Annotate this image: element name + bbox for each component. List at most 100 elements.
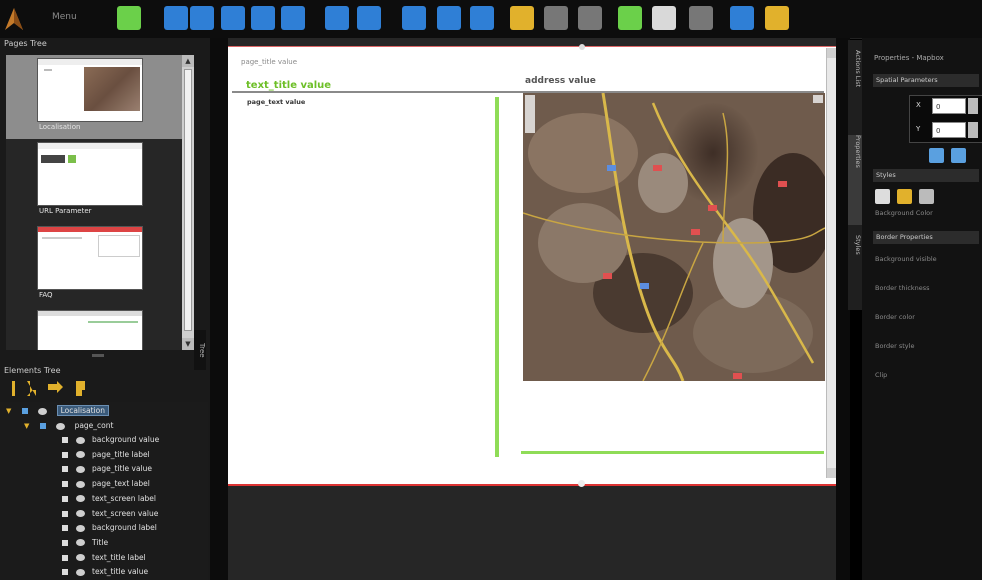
tab-styles[interactable]: Styles [848, 235, 862, 255]
tree-item[interactable]: text_title label [62, 551, 146, 564]
visibility-icon[interactable] [76, 465, 85, 473]
sync-icon[interactable] [325, 6, 349, 30]
resize-handle-bottom[interactable] [578, 480, 585, 487]
visibility-icon[interactable] [76, 524, 85, 532]
tree-item[interactable]: text_screen value [62, 507, 158, 520]
y-input[interactable]: 0 [932, 122, 966, 138]
duplicate-icon[interactable] [652, 6, 676, 30]
page-label: Localisation [39, 123, 81, 131]
tree-item-label: text_screen label [92, 493, 157, 503]
tree-item[interactable]: text_title value [62, 565, 148, 578]
text-scrollbar[interactable] [495, 97, 499, 457]
element-node-icon [62, 525, 68, 532]
visibility-icon[interactable] [56, 422, 66, 430]
prop-border-style[interactable]: Border style [875, 342, 914, 350]
trash-icon[interactable] [578, 6, 602, 30]
tab-properties[interactable]: Properties [848, 135, 862, 225]
properties-title: Properties - Mapbox [874, 54, 944, 62]
publish-icon[interactable] [765, 6, 789, 30]
styles-header[interactable]: Styles [873, 169, 979, 182]
visibility-icon[interactable] [76, 495, 85, 503]
resize-handle-top[interactable] [579, 44, 585, 50]
expand-icon[interactable]: ▼ [24, 422, 29, 430]
copy-page-icon[interactable] [221, 6, 245, 30]
cut-icon[interactable] [510, 6, 534, 30]
clipboard-icon[interactable] [689, 6, 713, 30]
background-color-label[interactable]: Background Color [875, 209, 933, 217]
prop-border-thickness[interactable]: Border thickness [875, 284, 930, 292]
app-logo-icon [5, 8, 23, 30]
page-item-url-parameter[interactable]: URL Parameter [6, 139, 182, 223]
tree-item[interactable]: background label [62, 521, 157, 534]
border-properties-header[interactable]: Border Properties [873, 231, 979, 244]
text-title-element[interactable]: text_title value [246, 80, 331, 91]
tree-item-label: background label [92, 523, 157, 533]
panel-splitter[interactable] [92, 354, 104, 357]
computer-icon[interactable] [470, 6, 494, 30]
camera-icon[interactable] [357, 6, 381, 30]
tools-icon[interactable] [117, 6, 141, 30]
tree-row-group[interactable]: ▼ page_cont [24, 419, 113, 432]
tree-item[interactable]: page_title label [62, 448, 150, 461]
visibility-icon[interactable] [76, 451, 85, 459]
edit-icon[interactable] [164, 6, 188, 30]
prop-border-color[interactable]: Border color [875, 313, 915, 321]
x-stepper[interactable] [968, 98, 978, 114]
page-thumbnail [37, 226, 143, 290]
save-icon[interactable] [190, 6, 214, 30]
visibility-icon[interactable] [76, 554, 85, 562]
export-icon[interactable] [251, 6, 275, 30]
scroll-down-icon[interactable]: ▼ [182, 338, 194, 350]
page-text-element[interactable]: page_text value [247, 98, 305, 106]
address-element[interactable]: address value [525, 76, 596, 86]
y-stepper[interactable] [968, 122, 978, 138]
scroll-thumb[interactable] [184, 69, 192, 331]
page-title-element[interactable]: page_title value [241, 58, 297, 66]
tree-item-label: text_title label [92, 552, 146, 562]
visibility-icon[interactable] [38, 407, 48, 415]
visibility-icon[interactable] [76, 510, 85, 517]
pages-list: Localisation URL Parameter FAQ [6, 55, 182, 350]
font-icon[interactable] [897, 189, 912, 204]
text-box-icon[interactable] [402, 6, 426, 30]
page-thumbnail [37, 142, 143, 206]
spatial-parameters-header[interactable]: Spatial Parameters [873, 74, 979, 87]
green-separator [521, 451, 824, 454]
menu-button[interactable]: Menu [52, 12, 77, 22]
tree-item[interactable]: page_text label [62, 477, 150, 490]
visibility-icon[interactable] [76, 480, 85, 488]
tree-item-label: page_title label [92, 449, 150, 459]
tree-item[interactable]: Title [62, 536, 108, 549]
page-item-faq[interactable]: FAQ [6, 223, 182, 307]
tree-item[interactable]: background value [62, 433, 159, 446]
visibility-icon[interactable] [76, 568, 85, 576]
visibility-icon[interactable] [76, 539, 85, 547]
paste-icon[interactable] [544, 6, 568, 30]
layout-icon[interactable] [730, 6, 754, 30]
scroll-up-icon[interactable]: ▲ [182, 55, 194, 67]
input-box-icon[interactable] [437, 6, 461, 30]
tree-item[interactable]: page_title value [62, 462, 152, 475]
page-label: FAQ [39, 291, 53, 299]
page-item-4[interactable] [6, 307, 182, 350]
fill-icon[interactable] [875, 189, 890, 204]
pointer-icon[interactable] [919, 189, 934, 204]
align-icon[interactable] [929, 148, 944, 163]
tab-actions-list[interactable]: Actions List [848, 50, 862, 87]
add-element-icon[interactable] [618, 6, 642, 30]
pages-scrollbar[interactable]: ▲ ▼ [182, 55, 194, 350]
tree-tab[interactable]: Tree [194, 330, 206, 370]
prop-background-visible[interactable]: Background visible [875, 255, 937, 263]
tree-item[interactable]: text_screen label [62, 492, 156, 505]
map-element[interactable] [523, 93, 825, 381]
expand-icon[interactable]: ▼ [6, 407, 11, 415]
tree-row-root[interactable]: ▼ Localisation [6, 404, 109, 417]
tree-root-label: Localisation [56, 405, 109, 416]
document-icon[interactable] [281, 6, 305, 30]
prop-clip[interactable]: Clip [875, 371, 887, 379]
fit-icon[interactable] [951, 148, 966, 163]
page-item-localisation[interactable]: Localisation [6, 55, 182, 139]
tree-item-label: background value [92, 435, 160, 444]
x-input[interactable]: 0 [932, 98, 966, 114]
visibility-icon[interactable] [76, 436, 85, 444]
